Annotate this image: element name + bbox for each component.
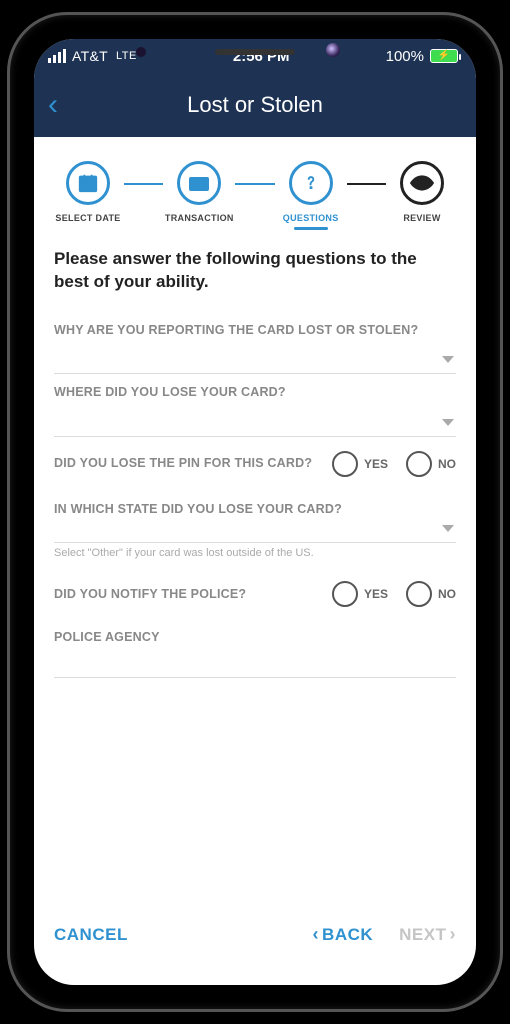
speaker-slit xyxy=(215,49,295,55)
questions-form: Please answer the following questions to… xyxy=(34,236,476,914)
radio-label: YES xyxy=(364,457,388,471)
button-label: NEXT xyxy=(399,925,446,945)
step-connector xyxy=(347,183,386,185)
active-step-underline xyxy=(294,227,328,230)
pin-lost-no[interactable]: NO xyxy=(406,451,456,477)
radio-label: YES xyxy=(364,587,388,601)
button-label: BACK xyxy=(322,925,373,945)
page-title: Lost or Stolen xyxy=(187,92,323,118)
form-prompt: Please answer the following questions to… xyxy=(54,248,456,294)
eye-icon xyxy=(409,170,435,196)
field-label: WHY ARE YOU REPORTING THE CARD LOST OR S… xyxy=(54,322,456,340)
notify-police-yes[interactable]: YES xyxy=(332,581,388,607)
step-label: TRANSACTION xyxy=(163,213,235,223)
calendar-icon xyxy=(77,172,99,194)
radio-icon xyxy=(406,581,432,607)
battery-pct: 100% xyxy=(386,48,424,65)
notify-police-question: DID YOU NOTIFY THE POLICE? YES NO xyxy=(54,559,456,621)
text-input-line[interactable] xyxy=(54,649,456,678)
button-label: CANCEL xyxy=(54,925,128,945)
step-label: REVIEW xyxy=(386,213,458,223)
reason-select[interactable]: WHY ARE YOU REPORTING THE CARD LOST OR S… xyxy=(54,312,456,375)
police-agency-field[interactable]: POLICE AGENCY xyxy=(54,621,456,690)
step-questions[interactable]: QUESTIONS xyxy=(275,161,347,230)
back-chevron-icon[interactable]: ‹ xyxy=(48,90,58,120)
chevron-left-icon: ‹ xyxy=(313,924,320,945)
radio-label: NO xyxy=(438,587,456,601)
battery-icon: ⚡ xyxy=(430,49,458,63)
camera-dot xyxy=(326,43,340,57)
carrier-label: AT&T xyxy=(72,48,108,64)
step-connector xyxy=(124,183,163,185)
radio-icon xyxy=(406,451,432,477)
chevron-down-icon xyxy=(442,356,454,363)
progress-stepper: SELECT DATE TRANSACTION QUES xyxy=(34,137,476,236)
back-button[interactable]: ‹ BACK xyxy=(313,924,374,945)
where-select[interactable]: WHERE DID YOU LOSE YOUR CARD? xyxy=(54,374,456,437)
chevron-right-icon: › xyxy=(450,924,457,945)
step-label: SELECT DATE xyxy=(52,213,124,223)
state-select[interactable]: IN WHICH STATE DID YOU LOSE YOUR CARD? xyxy=(54,491,456,544)
radio-label: NO xyxy=(438,457,456,471)
screen: AT&T LTE 2:56 PM 100% ⚡ ‹ Lost or Stolen xyxy=(34,39,476,985)
notify-police-no[interactable]: NO xyxy=(406,581,456,607)
card-icon xyxy=(187,171,211,195)
state-helper-text: Select "Other" if your card was lost out… xyxy=(54,547,456,559)
pin-lost-question: DID YOU LOSE THE PIN FOR THIS CARD? YES … xyxy=(54,437,456,491)
radio-icon xyxy=(332,581,358,607)
step-select-date[interactable]: SELECT DATE xyxy=(52,161,124,223)
step-connector xyxy=(235,183,274,185)
cancel-button[interactable]: CANCEL xyxy=(54,925,128,945)
field-label: DID YOU NOTIFY THE POLICE? xyxy=(54,586,332,604)
field-label: POLICE AGENCY xyxy=(54,629,456,647)
footer-actions: CANCEL ‹ BACK NEXT › xyxy=(34,914,476,985)
step-label: QUESTIONS xyxy=(275,213,347,223)
network-label: LTE xyxy=(116,50,137,62)
status-bar: AT&T LTE 2:56 PM 100% ⚡ xyxy=(34,39,476,73)
sensor-dot xyxy=(136,47,146,57)
question-icon xyxy=(300,169,322,197)
radio-icon xyxy=(332,451,358,477)
signal-bars-icon xyxy=(48,49,66,63)
next-button[interactable]: NEXT › xyxy=(399,924,456,945)
step-review[interactable]: REVIEW xyxy=(386,161,458,223)
field-label: IN WHICH STATE DID YOU LOSE YOUR CARD? xyxy=(54,501,456,519)
chevron-down-icon xyxy=(442,419,454,426)
field-label: WHERE DID YOU LOSE YOUR CARD? xyxy=(54,384,456,402)
field-label: DID YOU LOSE THE PIN FOR THIS CARD? xyxy=(54,455,332,473)
phone-frame: AT&T LTE 2:56 PM 100% ⚡ ‹ Lost or Stolen xyxy=(7,12,503,1012)
step-transaction[interactable]: TRANSACTION xyxy=(163,161,235,223)
nav-header: ‹ Lost or Stolen xyxy=(34,73,476,137)
pin-lost-yes[interactable]: YES xyxy=(332,451,388,477)
chevron-down-icon xyxy=(442,525,454,532)
